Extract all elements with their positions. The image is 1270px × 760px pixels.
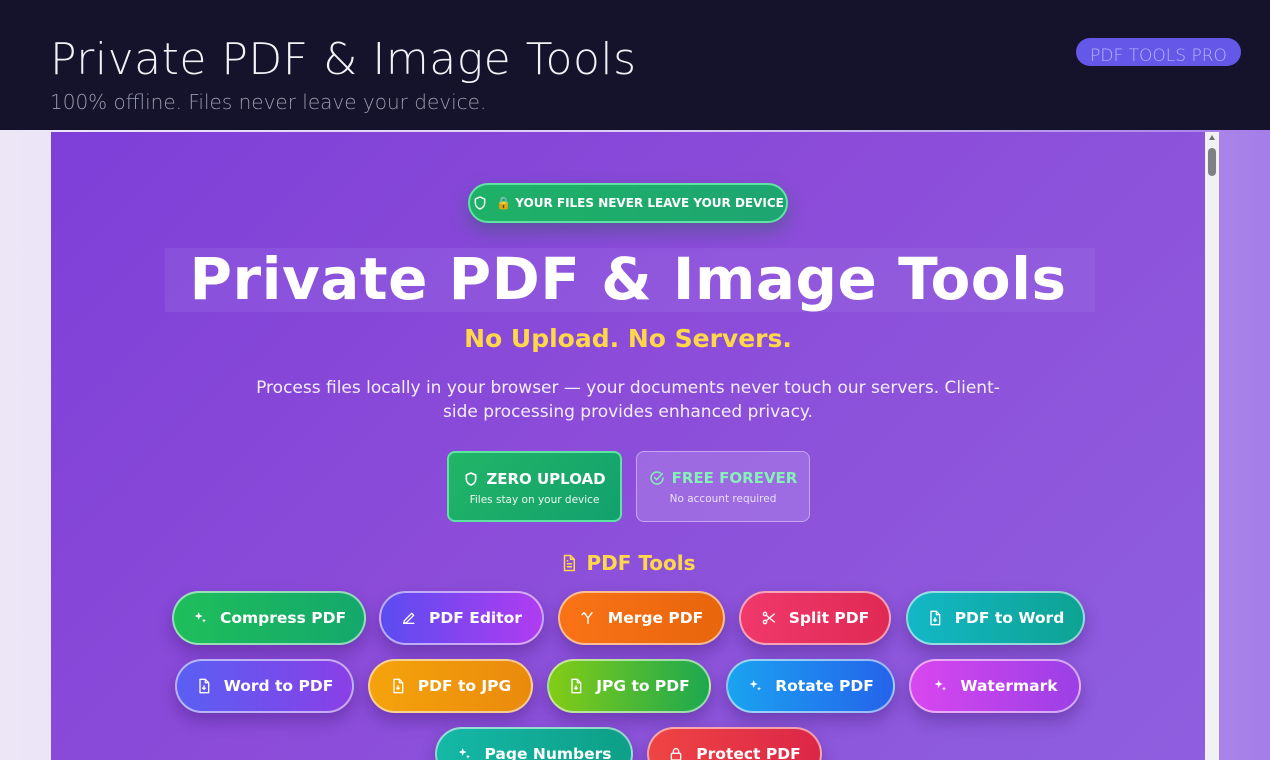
file-icon <box>196 678 212 694</box>
zero-upload-subtitle: Files stay on your device <box>469 494 600 506</box>
tool-button-label: Rotate PDF <box>775 677 874 695</box>
tool-button-protect-pdf[interactable]: Protect PDF <box>647 727 822 760</box>
file-icon <box>927 610 943 626</box>
tool-button-pdf-to-jpg[interactable]: PDF to JPG <box>368 659 533 713</box>
zero-upload-card[interactable]: ZERO UPLOAD Files stay on your device <box>447 451 622 522</box>
tool-button-label: PDF to Word <box>954 609 1065 627</box>
file-icon <box>390 678 406 694</box>
tool-button-pdf-to-word[interactable]: PDF to Word <box>906 591 1085 645</box>
file-icon <box>568 678 584 694</box>
scroll-thumb[interactable] <box>1208 148 1216 176</box>
tool-button-label: Page Numbers <box>484 745 612 760</box>
pen-icon <box>401 610 417 626</box>
tool-button-label: PDF Editor <box>429 609 522 627</box>
tool-button-merge-pdf[interactable]: Merge PDF <box>558 591 725 645</box>
tool-button-split-pdf[interactable]: Split PDF <box>739 591 891 645</box>
pdf-tools-title: PDF Tools <box>586 551 696 575</box>
tool-button-compress-pdf[interactable]: Compress PDF <box>172 591 366 645</box>
pro-badge[interactable]: PDF TOOLS PRO <box>1076 38 1241 66</box>
tool-button-label: Watermark <box>960 677 1058 695</box>
tool-button-label: Merge PDF <box>607 609 704 627</box>
check-circle-icon <box>649 470 665 486</box>
privacy-pill-text: 🔒 YOUR FILES NEVER LEAVE YOUR DEVICE <box>496 196 784 210</box>
sparkle-icon <box>747 678 763 694</box>
tool-button-word-to-pdf[interactable]: Word to PDF <box>175 659 354 713</box>
scroll-up-arrow[interactable] <box>1209 135 1215 140</box>
shield-icon <box>463 471 479 487</box>
scissors-icon <box>761 610 777 626</box>
scrollbar[interactable] <box>1205 132 1219 760</box>
hero-title: Private PDF & Image Tools <box>189 245 1067 313</box>
hero-description: Process files locally in your browser — … <box>256 378 1000 422</box>
tool-button-label: Compress PDF <box>219 609 347 627</box>
free-forever-card[interactable]: FREE FOREVER No account required <box>636 451 810 522</box>
tool-button-label: Protect PDF <box>696 745 801 760</box>
sparkle-icon <box>932 678 948 694</box>
page-title: Private PDF & Image Tools <box>50 34 637 85</box>
pdf-tools-heading: PDF Tools <box>51 551 1205 575</box>
shield-icon <box>472 195 488 211</box>
tool-button-watermark[interactable]: Watermark <box>909 659 1081 713</box>
zero-upload-title: ZERO UPLOAD <box>486 470 606 488</box>
tool-button-jpg-to-pdf[interactable]: JPG to PDF <box>547 659 711 713</box>
tool-button-label: Split PDF <box>788 609 870 627</box>
free-forever-subtitle: No account required <box>669 493 777 505</box>
tool-button-label: JPG to PDF <box>596 677 690 695</box>
tool-button-label: Word to PDF <box>223 677 334 695</box>
sparkle-icon <box>456 746 472 760</box>
document-icon <box>560 554 578 572</box>
free-forever-heading: FREE FOREVER <box>637 469 809 487</box>
page-subtitle: 100% offline. Files never leave your dev… <box>50 90 487 114</box>
zero-upload-heading: ZERO UPLOAD <box>449 470 620 488</box>
app-frame: 🔒 YOUR FILES NEVER LEAVE YOUR DEVICE Pri… <box>51 132 1219 760</box>
tool-button-page-numbers[interactable]: Page Numbers <box>435 727 633 760</box>
free-forever-title: FREE FOREVER <box>671 469 798 487</box>
tool-button-label: PDF to JPG <box>417 677 512 695</box>
sparkle-icon <box>192 610 208 626</box>
privacy-pill: 🔒 YOUR FILES NEVER LEAVE YOUR DEVICE <box>468 183 788 223</box>
lock-icon <box>668 746 684 760</box>
merge-icon <box>580 610 596 626</box>
tool-button-rotate-pdf[interactable]: Rotate PDF <box>726 659 895 713</box>
top-header: Private PDF & Image Tools 100% offline. … <box>0 0 1270 130</box>
tool-button-pdf-editor[interactable]: PDF Editor <box>379 591 544 645</box>
hero-tagline: No Upload. No Servers. <box>464 324 792 353</box>
